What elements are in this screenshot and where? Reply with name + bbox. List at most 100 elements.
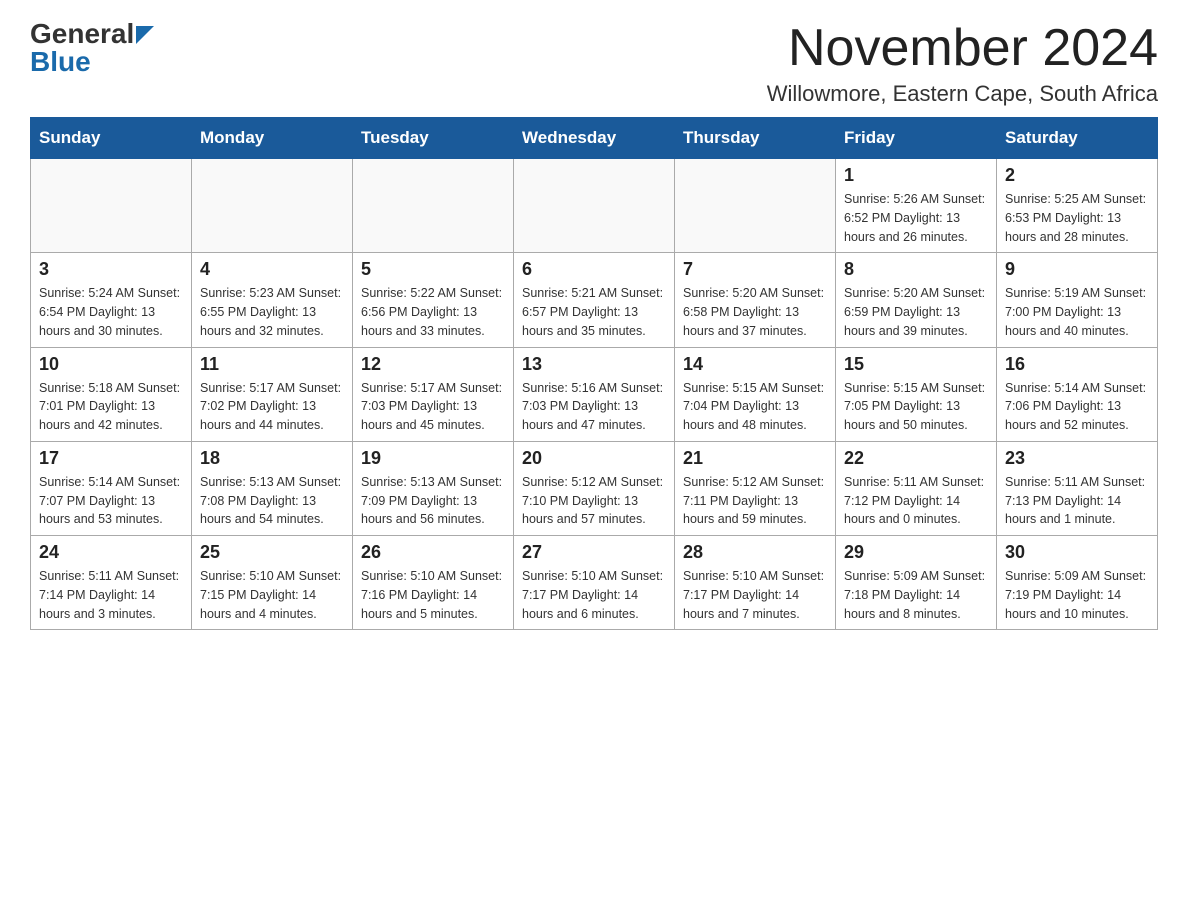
day-number: 27 xyxy=(522,542,666,563)
calendar-cell: 14Sunrise: 5:15 AM Sunset: 7:04 PM Dayli… xyxy=(675,347,836,441)
page-header: General Blue November 2024 Willowmore, E… xyxy=(30,20,1158,107)
calendar-cell xyxy=(675,159,836,253)
day-info: Sunrise: 5:15 AM Sunset: 7:05 PM Dayligh… xyxy=(844,379,988,435)
day-number: 2 xyxy=(1005,165,1149,186)
day-number: 9 xyxy=(1005,259,1149,280)
calendar-cell: 16 Sunrise: 5:14 AM Sunset: 7:06 PM Dayli… xyxy=(997,347,1158,441)
day-number: 7 xyxy=(683,259,827,280)
calendar-cell xyxy=(353,159,514,253)
col-tuesday: Tuesday xyxy=(353,118,514,159)
day-number: 28 xyxy=(683,542,827,563)
calendar-week-row: 3 Sunrise: 5:24 AM Sunset: 6:54 PM Daylig… xyxy=(31,253,1158,347)
day-number: 20 xyxy=(522,448,666,469)
col-saturday: Saturday xyxy=(997,118,1158,159)
calendar-header-row: Sunday Monday Tuesday Wednesday Thursday… xyxy=(31,118,1158,159)
title-block: November 2024 Willowmore, Eastern Cape, … xyxy=(767,20,1158,107)
day-number: 6 xyxy=(522,259,666,280)
day-number: 22 xyxy=(844,448,988,469)
day-info: Sunrise: 5:17 AM Sunset: 7:03 PM Dayligh… xyxy=(361,379,505,435)
calendar-cell: 10 Sunrise: 5:18 AM Sunset: 7:01 PM Dayli… xyxy=(31,347,192,441)
day-number: 8 xyxy=(844,259,988,280)
day-info: Sunrise: 5:17 AM Sunset: 7:02 PM Dayligh… xyxy=(200,379,344,435)
calendar-cell: 25 Sunrise: 5:10 AM Sunset: 7:15 PM Dayli… xyxy=(192,536,353,630)
day-number: 17 xyxy=(39,448,183,469)
day-info: Sunrise: 5:09 AM Sunset: 7:19 PM Dayligh… xyxy=(1005,567,1149,623)
day-info: Sunrise: 5:10 AM Sunset: 7:15 PM Dayligh… xyxy=(200,567,344,623)
day-info: Sunrise: 5:20 AM Sunset: 6:59 PM Dayligh… xyxy=(844,284,988,340)
calendar-cell: 7 Sunrise: 5:20 AM Sunset: 6:58 PM Daylig… xyxy=(675,253,836,347)
day-info: Sunrise: 5:23 AM Sunset: 6:55 PM Dayligh… xyxy=(200,284,344,340)
day-info: Sunrise: 5:20 AM Sunset: 6:58 PM Dayligh… xyxy=(683,284,827,340)
day-number: 13 xyxy=(522,354,666,375)
calendar-cell: 6 Sunrise: 5:21 AM Sunset: 6:57 PM Daylig… xyxy=(514,253,675,347)
day-number: 25 xyxy=(200,542,344,563)
day-info: Sunrise: 5:11 AM Sunset: 7:13 PM Dayligh… xyxy=(1005,473,1149,529)
calendar-cell: 30 Sunrise: 5:09 AM Sunset: 7:19 PM Dayli… xyxy=(997,536,1158,630)
calendar-cell: 2Sunrise: 5:25 AM Sunset: 6:53 PM Daylig… xyxy=(997,159,1158,253)
day-number: 4 xyxy=(200,259,344,280)
calendar-cell: 21 Sunrise: 5:12 AM Sunset: 7:11 PM Dayli… xyxy=(675,441,836,535)
calendar-week-row: 17 Sunrise: 5:14 AM Sunset: 7:07 PM Dayli… xyxy=(31,441,1158,535)
logo-blue-text: Blue xyxy=(30,46,91,77)
calendar-cell: 3 Sunrise: 5:24 AM Sunset: 6:54 PM Daylig… xyxy=(31,253,192,347)
day-info: Sunrise: 5:12 AM Sunset: 7:11 PM Dayligh… xyxy=(683,473,827,529)
calendar-cell: 12 Sunrise: 5:17 AM Sunset: 7:03 PM Dayli… xyxy=(353,347,514,441)
calendar-week-row: 10 Sunrise: 5:18 AM Sunset: 7:01 PM Dayli… xyxy=(31,347,1158,441)
col-friday: Friday xyxy=(836,118,997,159)
day-info: Sunrise: 5:22 AM Sunset: 6:56 PM Dayligh… xyxy=(361,284,505,340)
day-number: 29 xyxy=(844,542,988,563)
day-number: 19 xyxy=(361,448,505,469)
calendar-title: November 2024 xyxy=(767,20,1158,77)
day-info: Sunrise: 5:26 AM Sunset: 6:52 PM Dayligh… xyxy=(844,190,988,246)
calendar-cell: 8 Sunrise: 5:20 AM Sunset: 6:59 PM Daylig… xyxy=(836,253,997,347)
day-number: 16 xyxy=(1005,354,1149,375)
calendar-cell: 9 Sunrise: 5:19 AM Sunset: 7:00 PM Daylig… xyxy=(997,253,1158,347)
calendar-cell xyxy=(31,159,192,253)
day-info: Sunrise: 5:10 AM Sunset: 7:17 PM Dayligh… xyxy=(683,567,827,623)
day-number: 5 xyxy=(361,259,505,280)
col-thursday: Thursday xyxy=(675,118,836,159)
calendar-subtitle: Willowmore, Eastern Cape, South Africa xyxy=(767,81,1158,107)
day-number: 1 xyxy=(844,165,988,186)
day-info: Sunrise: 5:12 AM Sunset: 7:10 PM Dayligh… xyxy=(522,473,666,529)
logo-arrow-icon xyxy=(136,26,154,44)
calendar-cell: 4 Sunrise: 5:23 AM Sunset: 6:55 PM Daylig… xyxy=(192,253,353,347)
logo-general-text: General xyxy=(30,20,134,48)
day-info: Sunrise: 5:16 AM Sunset: 7:03 PM Dayligh… xyxy=(522,379,666,435)
day-number: 3 xyxy=(39,259,183,280)
calendar-cell: 1 Sunrise: 5:26 AM Sunset: 6:52 PM Daylig… xyxy=(836,159,997,253)
day-info: Sunrise: 5:13 AM Sunset: 7:09 PM Dayligh… xyxy=(361,473,505,529)
calendar-cell: 20 Sunrise: 5:12 AM Sunset: 7:10 PM Dayli… xyxy=(514,441,675,535)
day-info: Sunrise: 5:10 AM Sunset: 7:17 PM Dayligh… xyxy=(522,567,666,623)
day-number: 23 xyxy=(1005,448,1149,469)
calendar-cell: 24Sunrise: 5:11 AM Sunset: 7:14 PM Dayli… xyxy=(31,536,192,630)
calendar-cell: 22Sunrise: 5:11 AM Sunset: 7:12 PM Dayli… xyxy=(836,441,997,535)
col-monday: Monday xyxy=(192,118,353,159)
day-number: 11 xyxy=(200,354,344,375)
day-number: 10 xyxy=(39,354,183,375)
day-info: Sunrise: 5:18 AM Sunset: 7:01 PM Dayligh… xyxy=(39,379,183,435)
calendar-cell: 11 Sunrise: 5:17 AM Sunset: 7:02 PM Dayli… xyxy=(192,347,353,441)
day-info: Sunrise: 5:21 AM Sunset: 6:57 PM Dayligh… xyxy=(522,284,666,340)
calendar-week-row: 1 Sunrise: 5:26 AM Sunset: 6:52 PM Daylig… xyxy=(31,159,1158,253)
calendar-cell: 26Sunrise: 5:10 AM Sunset: 7:16 PM Dayli… xyxy=(353,536,514,630)
day-info: Sunrise: 5:19 AM Sunset: 7:00 PM Dayligh… xyxy=(1005,284,1149,340)
day-number: 30 xyxy=(1005,542,1149,563)
day-info: Sunrise: 5:14 AM Sunset: 7:06 PM Dayligh… xyxy=(1005,379,1149,435)
day-info: Sunrise: 5:24 AM Sunset: 6:54 PM Dayligh… xyxy=(39,284,183,340)
day-info: Sunrise: 5:10 AM Sunset: 7:16 PM Dayligh… xyxy=(361,567,505,623)
calendar-cell xyxy=(192,159,353,253)
calendar-cell: 13 Sunrise: 5:16 AM Sunset: 7:03 PM Dayli… xyxy=(514,347,675,441)
col-sunday: Sunday xyxy=(31,118,192,159)
day-number: 12 xyxy=(361,354,505,375)
day-info: Sunrise: 5:13 AM Sunset: 7:08 PM Dayligh… xyxy=(200,473,344,529)
day-number: 18 xyxy=(200,448,344,469)
calendar-cell: 19 Sunrise: 5:13 AM Sunset: 7:09 PM Dayli… xyxy=(353,441,514,535)
day-number: 21 xyxy=(683,448,827,469)
day-info: Sunrise: 5:14 AM Sunset: 7:07 PM Dayligh… xyxy=(39,473,183,529)
day-number: 14 xyxy=(683,354,827,375)
calendar-week-row: 24Sunrise: 5:11 AM Sunset: 7:14 PM Dayli… xyxy=(31,536,1158,630)
calendar-cell: 28 Sunrise: 5:10 AM Sunset: 7:17 PM Dayli… xyxy=(675,536,836,630)
calendar-cell: 17 Sunrise: 5:14 AM Sunset: 7:07 PM Dayli… xyxy=(31,441,192,535)
calendar-cell: 15Sunrise: 5:15 AM Sunset: 7:05 PM Dayli… xyxy=(836,347,997,441)
